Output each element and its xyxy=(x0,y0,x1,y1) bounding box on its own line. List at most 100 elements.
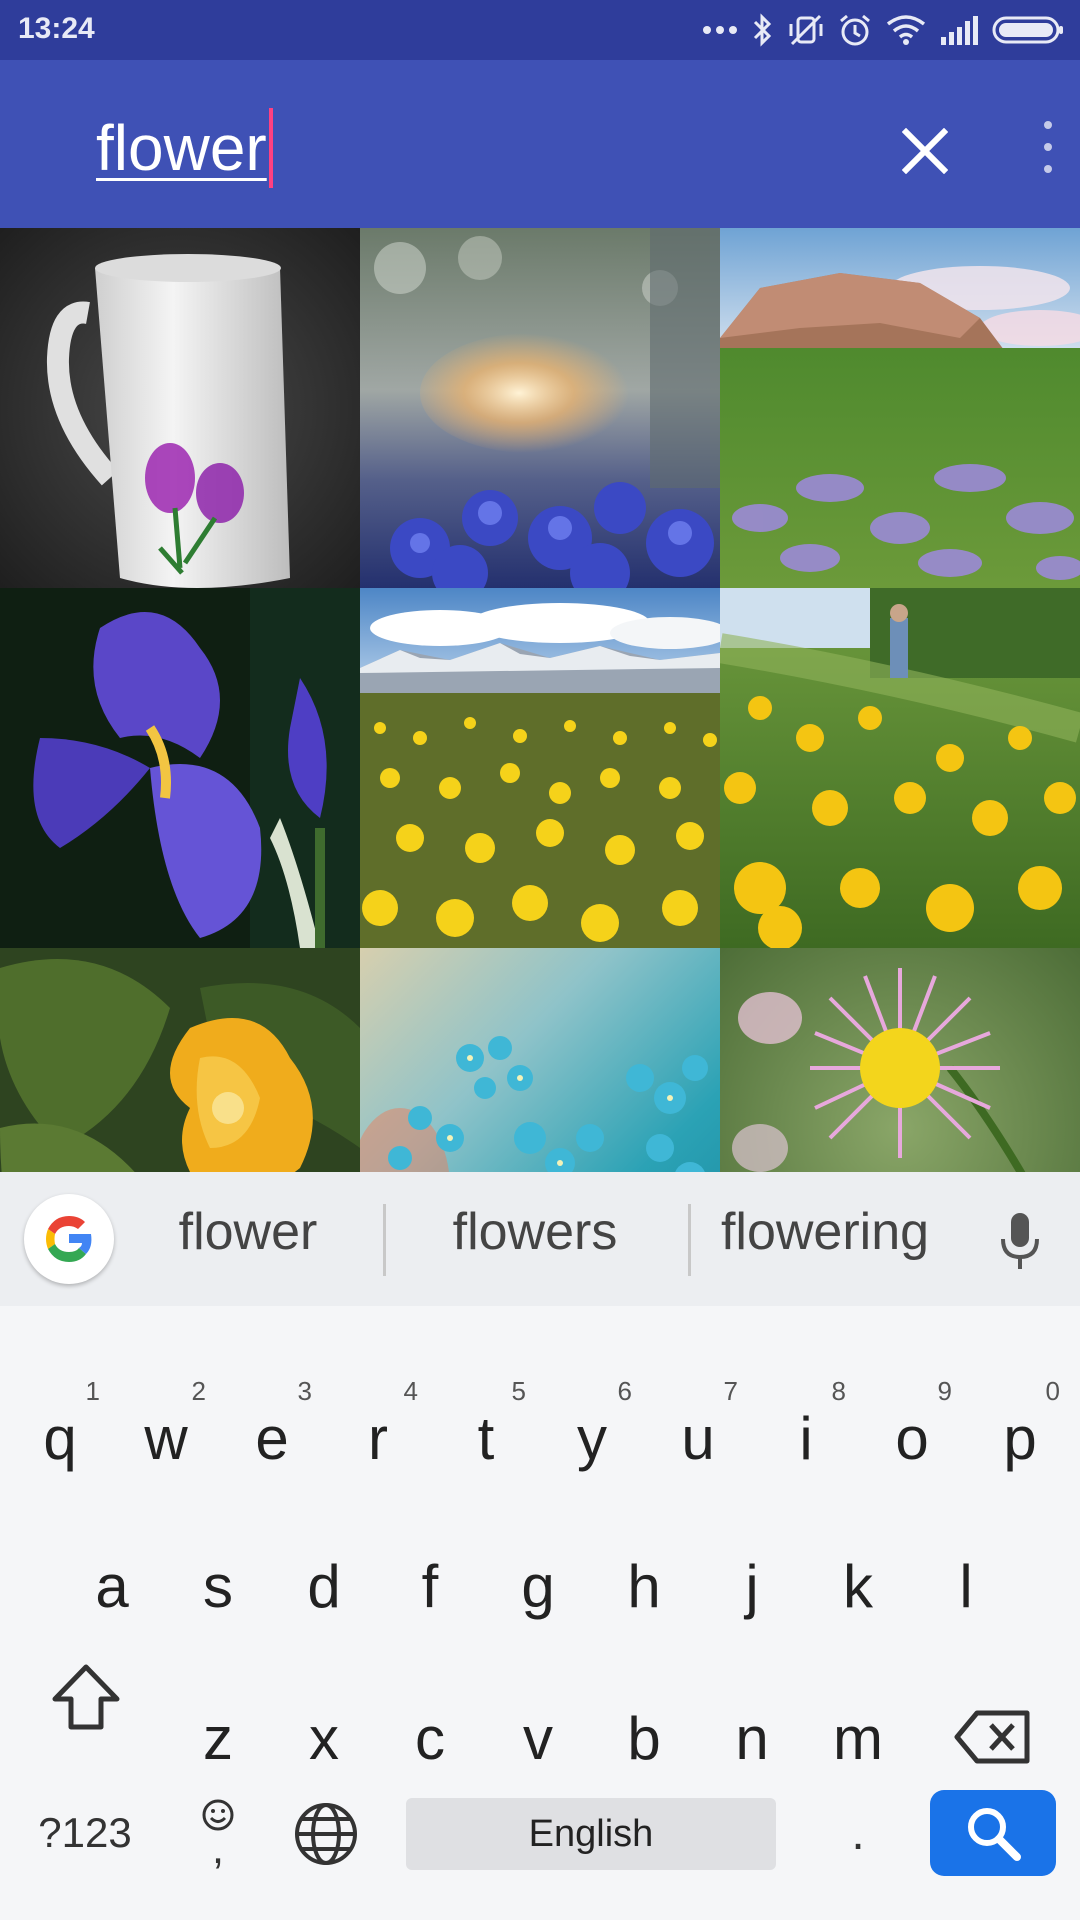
key-b[interactable]: b xyxy=(600,1684,688,1794)
key-d[interactable]: d xyxy=(280,1532,368,1642)
search-query-text[interactable]: flower xyxy=(96,108,267,188)
app-bar: flower xyxy=(0,60,1080,228)
suggestion-divider xyxy=(688,1204,691,1276)
overflow-dot-icon xyxy=(1044,143,1052,151)
key-label: o xyxy=(895,1405,929,1472)
key-hint: 1 xyxy=(85,1376,100,1406)
suggestion-bar: flower flowers flowering xyxy=(0,1172,1080,1306)
blue-flowers-photo xyxy=(360,228,720,588)
key-hint: 9 xyxy=(937,1376,952,1406)
status-time: 13:24 xyxy=(18,12,95,45)
key-p[interactable]: p0 xyxy=(976,1376,1064,1494)
google-g-icon xyxy=(46,1216,92,1262)
clear-search-button[interactable] xyxy=(890,116,960,186)
key-y[interactable]: y6 xyxy=(548,1376,636,1494)
mug-photo xyxy=(0,228,360,588)
key-e[interactable]: e3 xyxy=(228,1376,316,1494)
key-u[interactable]: u7 xyxy=(654,1376,742,1494)
key-z[interactable]: z xyxy=(174,1684,262,1794)
key-hint: 5 xyxy=(511,1376,526,1406)
mountain-meadow-photo xyxy=(720,228,1080,588)
key-r[interactable]: r4 xyxy=(334,1376,422,1494)
text-cursor xyxy=(268,108,273,188)
key-hint: 7 xyxy=(723,1376,738,1406)
overflow-dot-icon xyxy=(1044,121,1052,129)
search-input[interactable]: flower xyxy=(96,108,273,188)
key-label: p xyxy=(1003,1405,1037,1472)
voice-input-button[interactable] xyxy=(990,1206,1050,1276)
status-icons xyxy=(702,10,1064,50)
key-l[interactable]: l xyxy=(922,1532,1010,1642)
suggestion-2[interactable]: flowers xyxy=(420,1202,650,1262)
key-v[interactable]: v xyxy=(494,1684,582,1794)
alarm-icon xyxy=(840,14,870,46)
key-hint: 3 xyxy=(297,1376,312,1406)
photo-tile-iris[interactable] xyxy=(0,588,360,948)
key-j[interactable]: j xyxy=(708,1532,796,1642)
globe-icon xyxy=(295,1803,357,1865)
search-icon xyxy=(968,1808,1021,1861)
backspace-key[interactable] xyxy=(948,1682,1038,1792)
key-a[interactable]: a xyxy=(68,1532,156,1642)
key-x[interactable]: x xyxy=(280,1684,368,1794)
key-label: i xyxy=(799,1405,813,1472)
key-g[interactable]: g xyxy=(494,1532,582,1642)
key-o[interactable]: o9 xyxy=(868,1376,956,1494)
suggestion-1[interactable]: flower xyxy=(148,1202,348,1262)
key-hint: 4 xyxy=(403,1376,418,1406)
more-notifications-icon xyxy=(703,26,737,34)
soft-keyboard: flower flowers flowering q1 w2 e3 r4 t5 … xyxy=(0,1172,1080,1920)
key-hint: 8 xyxy=(831,1376,846,1406)
key-label: r xyxy=(368,1405,388,1472)
key-label: t xyxy=(477,1405,495,1472)
search-results-grid xyxy=(0,228,1080,1172)
close-icon xyxy=(902,128,948,174)
wifi-icon xyxy=(886,15,926,45)
screen: 13:24 flower flower flowers flowering q … xyxy=(0,0,1080,1920)
key-f[interactable]: f xyxy=(386,1532,474,1642)
forget-me-nots-photo xyxy=(360,948,720,1172)
battery-icon xyxy=(992,16,1063,44)
signal-icon xyxy=(941,16,978,45)
key-label: u xyxy=(681,1405,715,1472)
key-hint: 0 xyxy=(1045,1376,1060,1406)
photo-tile-mountain-meadow[interactable] xyxy=(720,228,1080,588)
photo-tile-dandelion-field[interactable] xyxy=(360,588,720,948)
google-button[interactable] xyxy=(24,1194,114,1284)
key-n[interactable]: n xyxy=(708,1684,796,1794)
key-i[interactable]: i8 xyxy=(762,1376,850,1494)
photo-tile-blue-flowers[interactable] xyxy=(360,228,720,588)
backspace-icon xyxy=(954,1710,1030,1764)
symbols-key[interactable]: ?123 xyxy=(20,1790,150,1876)
suggestion-divider xyxy=(383,1204,386,1276)
search-action-key[interactable] xyxy=(930,1790,1056,1876)
key-k[interactable]: k xyxy=(814,1532,902,1642)
key-hint: 6 xyxy=(617,1376,632,1406)
emoji-comma-key[interactable]: , xyxy=(178,1782,258,1882)
key-label: y xyxy=(577,1405,607,1472)
key-t[interactable]: t5 xyxy=(442,1376,530,1494)
key-c[interactable]: c xyxy=(386,1684,474,1794)
microphone-icon xyxy=(1001,1213,1039,1269)
overflow-menu-button[interactable] xyxy=(1030,102,1066,192)
key-m[interactable]: m xyxy=(814,1684,902,1794)
photo-tile-pink-daisy[interactable] xyxy=(720,948,1080,1172)
overflow-dot-icon xyxy=(1044,165,1052,173)
key-h[interactable]: h xyxy=(600,1532,688,1642)
photo-tile-forget-me-nots[interactable] xyxy=(360,948,720,1172)
squash-flower-photo xyxy=(0,948,360,1172)
suggestion-3[interactable]: flowering xyxy=(700,1202,950,1262)
period-key[interactable]: . xyxy=(822,1790,894,1876)
vibrate-off-icon xyxy=(789,14,823,46)
photo-tile-mug[interactable] xyxy=(0,228,360,588)
photo-tile-squash-flower[interactable] xyxy=(0,948,360,1172)
space-bar[interactable]: English xyxy=(406,1798,776,1870)
photo-tile-buttercups[interactable] xyxy=(720,588,1080,948)
language-key[interactable] xyxy=(286,1792,366,1876)
key-s[interactable]: s xyxy=(174,1532,262,1642)
key-w[interactable]: w2 xyxy=(122,1376,210,1494)
shift-key[interactable] xyxy=(40,1642,132,1752)
pink-daisy-photo xyxy=(720,948,1080,1172)
key-q[interactable]: q1 xyxy=(16,1376,104,1494)
comma-label: , xyxy=(211,1824,225,1873)
